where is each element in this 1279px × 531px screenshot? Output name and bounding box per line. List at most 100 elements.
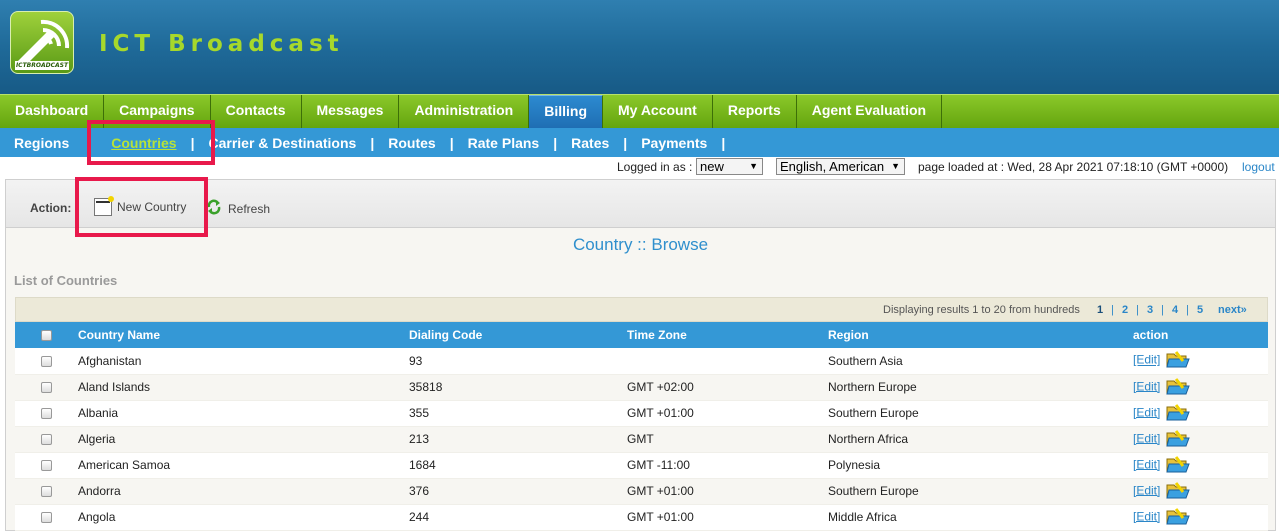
header-time-zone[interactable]: Time Zone [627,322,828,348]
subnav-regions[interactable]: Regions [0,135,83,151]
tab-billing[interactable]: Billing [529,95,603,128]
subnav-rate-plans[interactable]: Rate Plans [454,135,554,151]
subnav-payments[interactable]: Payments [627,135,721,151]
row-checkbox[interactable] [41,434,52,446]
subnav-rates[interactable]: Rates [557,135,623,151]
time-zone-cell: GMT -11:00 [627,452,828,479]
tab-my-account[interactable]: My Account [603,95,713,128]
page-link-2[interactable]: 2 [1122,304,1128,316]
edit-link[interactable]: [Edit] [1133,353,1160,367]
status-bar: Logged in as : new ▼ English, American ▼… [0,157,1279,177]
row-checkbox[interactable] [41,382,52,394]
edit-link[interactable]: [Edit] [1133,405,1160,419]
table-row[interactable]: Algeria 213 GMT Northern Africa [Edit] [15,426,1268,453]
folder-icon[interactable] [1166,402,1191,425]
action-cell: [Edit] [1133,478,1268,505]
row-checkbox-cell [15,400,78,427]
refresh-button[interactable]: Refresh [205,198,270,219]
language-select[interactable]: English, American ▼ [776,158,905,175]
region-cell: Northern Europe [828,374,1133,401]
row-checkbox[interactable] [41,512,52,524]
user-select-value: new [700,159,724,174]
table-row[interactable]: Afghanistan 93 Southern Asia [Edit] [15,348,1268,375]
new-document-icon [94,196,114,216]
row-checkbox-cell [15,374,78,401]
page-loaded-time: page loaded at : Wed, 28 Apr 2021 07:18:… [918,160,1229,174]
dialing-code-cell: 376 [409,478,627,505]
chevron-down-icon: ▼ [749,161,758,171]
region-cell: Southern Europe [828,400,1133,427]
new-country-button[interactable]: New Country [94,196,186,216]
select-all-checkbox[interactable] [41,330,52,342]
row-checkbox[interactable] [41,460,52,472]
edit-link[interactable]: [Edit] [1133,457,1160,471]
dialing-code-cell: 1684 [409,452,627,479]
app-logo[interactable]: ICTBROADCAST [10,11,74,74]
tab-dashboard[interactable]: Dashboard [0,95,105,128]
region-cell: Southern Europe [828,478,1133,505]
page-link-4[interactable]: 4 [1172,304,1178,316]
tab-agent-evaluation[interactable]: Agent Evaluation [797,95,943,128]
edit-link[interactable]: [Edit] [1133,379,1160,393]
table-row[interactable]: Albania 355 GMT +01:00 Southern Europe [Edit… [15,400,1268,427]
subnav-carrier-destinations[interactable]: Carrier & Destinations [195,135,371,151]
subnav-countries[interactable]: Countries [83,135,190,151]
table-row[interactable]: Aland Islands 35818 GMT +02:00 Northern Eur… [15,374,1268,401]
logo-text: ICTBROADCAST [15,61,69,70]
tab-contacts[interactable]: Contacts [211,95,302,128]
header-dialing-code[interactable]: Dialing Code [409,322,627,348]
pager-separator: | [1136,304,1139,316]
folder-icon[interactable] [1166,349,1191,372]
user-select[interactable]: new ▼ [696,158,763,175]
edit-link[interactable]: [Edit] [1133,431,1160,445]
sub-nav: Regions Countries | Carrier & Destinatio… [0,128,1279,157]
language-select-value: English, American [780,159,885,174]
subnav-routes[interactable]: Routes [374,135,449,151]
next-page-link[interactable]: next» [1218,304,1247,316]
brand-title: ICT Broadcast [99,31,344,57]
dialing-code-cell: 213 [409,426,627,453]
row-checkbox[interactable] [41,408,52,420]
logout-link[interactable]: logout [1242,160,1275,174]
row-checkbox-cell [15,504,78,531]
country-name-cell: Aland Islands [78,374,409,401]
folder-icon[interactable] [1166,376,1191,399]
edit-link[interactable]: [Edit] [1133,483,1160,497]
select-all-header [15,322,78,348]
country-name-cell: Andorra [78,478,409,505]
app-header: ICTBROADCAST ICT Broadcast [0,0,1279,94]
subnav-separator: | [721,134,726,151]
table-row[interactable]: Andorra 376 GMT +01:00 Southern Europe [Edit… [15,478,1268,505]
tab-messages[interactable]: Messages [302,95,400,128]
row-checkbox[interactable] [41,486,52,498]
page-link-1[interactable]: 1 [1097,304,1103,316]
table-row[interactable]: American Samoa 1684 GMT -11:00 Polynesia [Ed… [15,452,1268,479]
row-checkbox-cell [15,426,78,453]
folder-icon[interactable] [1166,506,1191,529]
folder-icon[interactable] [1166,428,1191,451]
row-checkbox-cell [15,452,78,479]
pager-separator: | [1161,304,1164,316]
time-zone-cell [627,348,828,375]
chevron-down-icon: ▼ [891,161,900,171]
tab-campaigns[interactable]: Campaigns [104,95,211,128]
table-row[interactable]: Angola 244 GMT +01:00 Middle Africa [Edit] [15,504,1268,531]
content-panel: Action: New Country Refresh Country :: B… [5,179,1276,531]
refresh-label: Refresh [228,201,271,216]
page-link-3[interactable]: 3 [1147,304,1153,316]
folder-icon[interactable] [1166,480,1191,503]
edit-link[interactable]: [Edit] [1133,509,1160,523]
region-cell: Southern Asia [828,348,1133,375]
header-country-name[interactable]: Country Name [78,322,409,348]
row-checkbox-cell [15,348,78,375]
folder-icon[interactable] [1166,454,1191,477]
tab-reports[interactable]: Reports [713,95,797,128]
time-zone-cell: GMT +01:00 [627,400,828,427]
row-checkbox[interactable] [41,356,52,368]
header-region[interactable]: Region [828,322,1133,348]
action-label: Action: [30,201,72,215]
page-link-5[interactable]: 5 [1197,304,1203,316]
tab-administration[interactable]: Administration [399,95,530,128]
region-cell: Middle Africa [828,504,1133,531]
region-cell: Northern Africa [828,426,1133,453]
